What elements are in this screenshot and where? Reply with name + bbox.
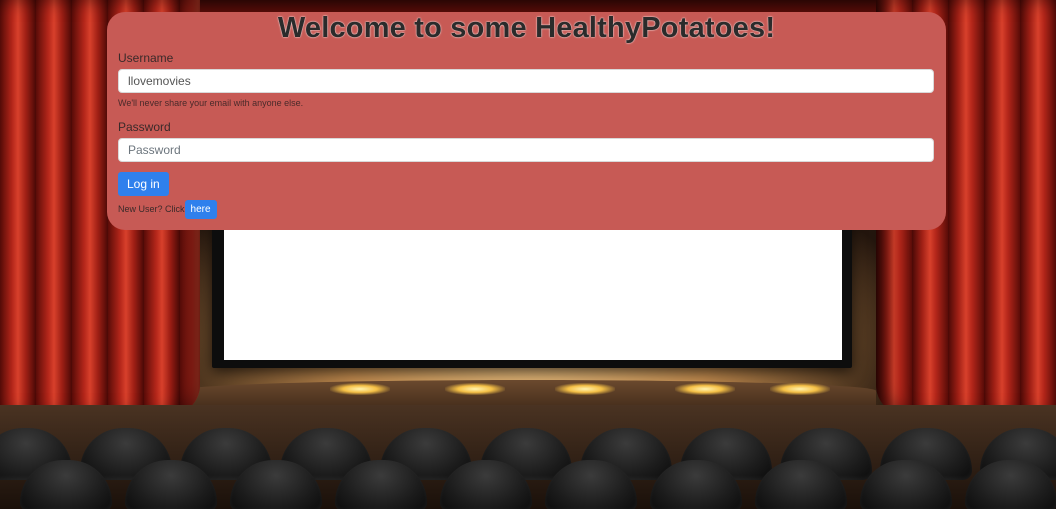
username-label: Username bbox=[118, 51, 174, 65]
stage-light bbox=[770, 383, 830, 395]
password-input[interactable] bbox=[118, 138, 934, 162]
signup-here-button[interactable]: here bbox=[184, 200, 217, 219]
movie-screen bbox=[224, 212, 842, 360]
seat bbox=[335, 460, 427, 509]
seat bbox=[755, 460, 847, 509]
seat bbox=[650, 460, 742, 509]
username-input[interactable] bbox=[118, 69, 934, 93]
login-card: Welcome to some HealthyPotatoes! Usernam… bbox=[107, 12, 946, 230]
signup-row: New User? Click here bbox=[118, 199, 935, 219]
stage-light bbox=[445, 383, 505, 395]
signup-prompt: New User? Click bbox=[118, 204, 185, 214]
seat bbox=[965, 460, 1056, 509]
password-label: Password bbox=[118, 120, 171, 134]
stage-light bbox=[675, 383, 735, 395]
stage-light bbox=[330, 383, 390, 395]
seat-row bbox=[0, 460, 1056, 509]
seat bbox=[440, 460, 532, 509]
seat bbox=[230, 460, 322, 509]
page-title: Welcome to some HealthyPotatoes! bbox=[277, 12, 776, 44]
username-help-text: We'll never share your email with anyone… bbox=[118, 98, 304, 108]
stage-light bbox=[555, 383, 615, 395]
seat bbox=[125, 460, 217, 509]
seat bbox=[860, 460, 952, 509]
seat bbox=[545, 460, 637, 509]
login-button[interactable]: Log in bbox=[118, 172, 169, 196]
seat bbox=[20, 460, 112, 509]
